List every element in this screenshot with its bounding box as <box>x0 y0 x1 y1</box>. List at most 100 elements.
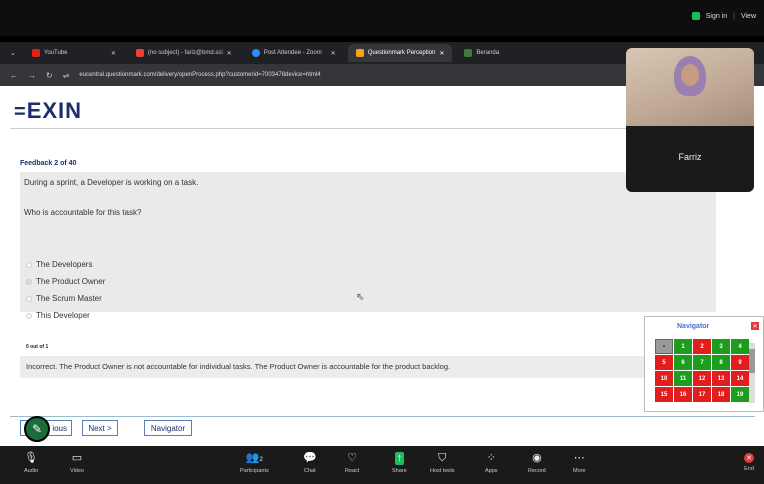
navigator-question-cell[interactable]: 16 <box>674 387 692 402</box>
forward-icon[interactable]: → <box>28 71 36 80</box>
option-this-developer[interactable]: This Developer <box>26 311 90 320</box>
questionmark-icon <box>355 49 364 57</box>
tab-zoom[interactable]: Post Attendee - Zoom ✕ <box>244 44 344 62</box>
pen-icon: ✎ <box>31 422 43 436</box>
question-intro: During a sprint, a Developer is working … <box>24 178 199 187</box>
audio-label: Audio <box>24 468 39 474</box>
navigator-question-cell[interactable]: 11 <box>674 371 692 386</box>
navigator-question-cell[interactable]: 10 <box>655 371 673 386</box>
navigator-question-cell[interactable]: 9 <box>731 355 749 370</box>
radio-button[interactable] <box>26 261 32 268</box>
navigator-question-cell[interactable]: 1 <box>674 339 692 354</box>
navigator-grid: • 1 2 3 4 5 6 7 8 9 10 11 12 13 14 15 16 17 18 19 <box>655 339 751 402</box>
participant-video-tile[interactable]: Farriz <box>626 48 754 192</box>
video-button[interactable]: ▭ Video <box>70 452 84 474</box>
score-text: 0 out of 1 <box>26 344 49 350</box>
participants-label: Participants <box>240 468 269 474</box>
react-label: React <box>345 468 360 474</box>
tab-questionmark[interactable]: Questionmark Perception ✕ <box>347 44 453 62</box>
close-icon[interactable]: ✕ <box>227 50 232 57</box>
more-label: More <box>573 468 586 474</box>
navigator-question-cell[interactable]: 12 <box>693 371 711 386</box>
participants-count: 2 <box>259 457 263 463</box>
end-button[interactable]: ✕ End <box>744 452 754 472</box>
meeting-toolbar: 🎙 Audio ▭ Video 👥2 Participants 💬 Chat ♡ Reac… <box>0 446 764 484</box>
sign-in-area[interactable]: Sign in | View <box>691 12 756 20</box>
record-label: Record <box>528 468 546 474</box>
site-info-icon[interactable]: ⇌ <box>63 71 70 80</box>
logo-text: EXIN <box>26 98 83 123</box>
navigator-button[interactable]: Navigator <box>144 420 192 436</box>
navigator-question-cell[interactable]: 8 <box>712 355 730 370</box>
next-button[interactable]: Next > <box>82 420 118 436</box>
participants-button[interactable]: 👥2 Participants <box>240 452 269 474</box>
reload-icon[interactable]: ↻ <box>46 71 53 80</box>
close-icon[interactable]: ✕ <box>751 322 759 330</box>
tab-title: (no subject) - fariz@bmd.sci <box>147 50 223 56</box>
option-the-scrum-master[interactable]: The Scrum Master <box>26 294 102 303</box>
more-button[interactable]: ⋯ More <box>573 452 586 474</box>
navigator-question-cell[interactable]: 18 <box>712 387 730 402</box>
option-label: The Product Owner <box>36 277 106 286</box>
navigator-title: Navigator <box>677 323 710 330</box>
radio-button[interactable] <box>26 278 32 285</box>
audio-button[interactable]: 🎙 Audio <box>24 452 38 474</box>
navigator-question-cell[interactable]: 3 <box>712 339 730 354</box>
navigator-question-cell[interactable]: 4 <box>731 339 749 354</box>
shield-icon: ⛉ <box>438 452 447 464</box>
participant-name: Farriz <box>678 152 702 162</box>
navigator-question-cell[interactable]: 13 <box>712 371 730 386</box>
tab-title: Questionmark Perception <box>367 50 436 56</box>
react-button[interactable]: ♡ React <box>345 452 359 474</box>
end-label: End <box>744 466 754 472</box>
annotate-pen-button[interactable]: ✎ <box>24 416 50 442</box>
tab-menu-icon[interactable]: ⌄ <box>10 49 16 57</box>
navigator-scrollbar[interactable] <box>749 343 755 403</box>
record-button[interactable]: ◉ Record <box>528 452 546 474</box>
feedback-title: Feedback 2 of 40 <box>20 160 77 167</box>
sign-in-link[interactable]: Sign in <box>706 13 727 20</box>
navigator-question-cell[interactable]: 6 <box>674 355 692 370</box>
navigator-question-cell[interactable]: 17 <box>693 387 711 402</box>
radio-button[interactable] <box>26 312 32 319</box>
radio-button[interactable] <box>26 295 32 302</box>
option-label: This Developer <box>36 311 90 320</box>
close-icon[interactable]: ✕ <box>331 50 336 57</box>
end-call-icon: ✕ <box>744 453 754 463</box>
navigator-question-cell[interactable]: 5 <box>655 355 673 370</box>
record-icon: ◉ <box>532 452 542 464</box>
close-icon[interactable]: ✕ <box>111 50 116 57</box>
top-bar: Sign in | View <box>0 0 764 36</box>
view-link[interactable]: View <box>741 13 756 20</box>
navigator-question-cell[interactable]: 19 <box>731 387 749 402</box>
close-icon[interactable]: ✕ <box>439 50 444 57</box>
divider <box>10 416 755 417</box>
tab-beranda[interactable]: Beranda <box>456 44 556 62</box>
tab-gmail[interactable]: (no subject) - fariz@bmd.sci ✕ <box>128 44 240 62</box>
apps-icon: ⁘ <box>486 452 496 464</box>
shield-icon <box>691 12 700 20</box>
exin-logo: =EXIN <box>14 98 82 124</box>
apps-button[interactable]: ⁘ Apps <box>485 452 498 474</box>
participant-face <box>681 64 699 86</box>
tab-youtube[interactable]: YouTube ✕ <box>24 44 124 62</box>
option-the-product-owner[interactable]: The Product Owner <box>26 277 105 286</box>
camera-icon: ▭ <box>71 452 83 464</box>
navigator-question-cell[interactable]: • <box>655 339 673 354</box>
navigator-question-cell[interactable]: 15 <box>655 387 673 402</box>
host-tools-button[interactable]: ⛉ Host tools <box>430 452 454 474</box>
navigator-question-cell[interactable]: 7 <box>693 355 711 370</box>
share-button[interactable]: ↑ Share <box>392 452 407 474</box>
url-field[interactable]: eucentral.questionmark.com/delivery/open… <box>79 72 320 78</box>
share-label: Share <box>392 468 407 474</box>
chat-icon: 💬 <box>303 452 317 464</box>
option-label: The Developers <box>36 260 93 269</box>
navigator-question-cell[interactable]: 14 <box>731 371 749 386</box>
back-icon[interactable]: ← <box>10 71 18 80</box>
navigator-question-cell[interactable]: 2 <box>693 339 711 354</box>
chat-button[interactable]: 💬 Chat <box>303 452 317 474</box>
apps-label: Apps <box>485 468 498 474</box>
scrollbar-thumb[interactable] <box>749 349 755 373</box>
share-screen-icon: ↑ <box>394 452 405 465</box>
option-the-developers[interactable]: The Developers <box>26 260 92 269</box>
